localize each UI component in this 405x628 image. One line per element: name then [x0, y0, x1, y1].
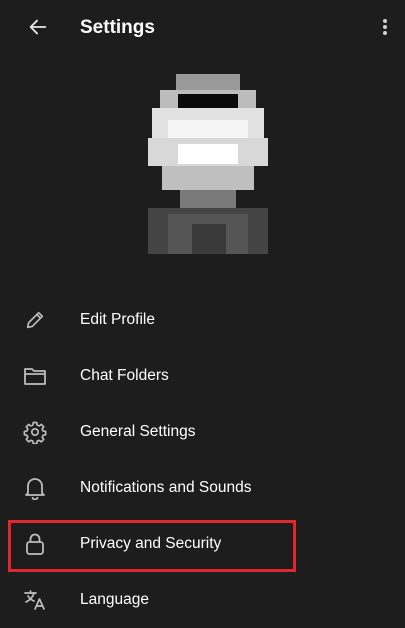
menu-item-label: Chat Folders — [80, 367, 169, 384]
menu-item-privacy-security[interactable]: Privacy and Security — [0, 516, 405, 572]
more-options-button[interactable] — [370, 14, 400, 44]
menu-item-label: Notifications and Sounds — [80, 479, 252, 496]
menu-item-general-settings[interactable]: General Settings — [0, 404, 405, 460]
avatar[interactable] — [148, 74, 268, 254]
page-title: Settings — [80, 17, 155, 38]
back-button[interactable] — [20, 14, 56, 44]
settings-menu: Edit Profile Chat Folders General Settin… — [0, 292, 405, 628]
more-vertical-icon — [382, 18, 388, 41]
menu-item-label: Privacy and Security — [80, 535, 222, 552]
menu-item-label: Edit Profile — [80, 311, 155, 328]
menu-item-edit-profile[interactable]: Edit Profile — [0, 292, 405, 348]
folder-icon — [22, 363, 48, 389]
top-app-bar: Settings — [0, 0, 405, 60]
menu-item-chat-folders[interactable]: Chat Folders — [0, 348, 405, 404]
menu-item-language[interactable]: Language — [0, 572, 405, 628]
gear-icon — [22, 419, 48, 445]
bell-icon — [22, 475, 48, 501]
arrow-left-icon — [27, 16, 49, 43]
translate-icon — [22, 587, 48, 613]
menu-item-notifications[interactable]: Notifications and Sounds — [0, 460, 405, 516]
lock-icon — [22, 531, 48, 557]
menu-item-label: Language — [80, 591, 149, 608]
pencil-icon — [22, 307, 48, 333]
menu-item-label: General Settings — [80, 423, 196, 440]
